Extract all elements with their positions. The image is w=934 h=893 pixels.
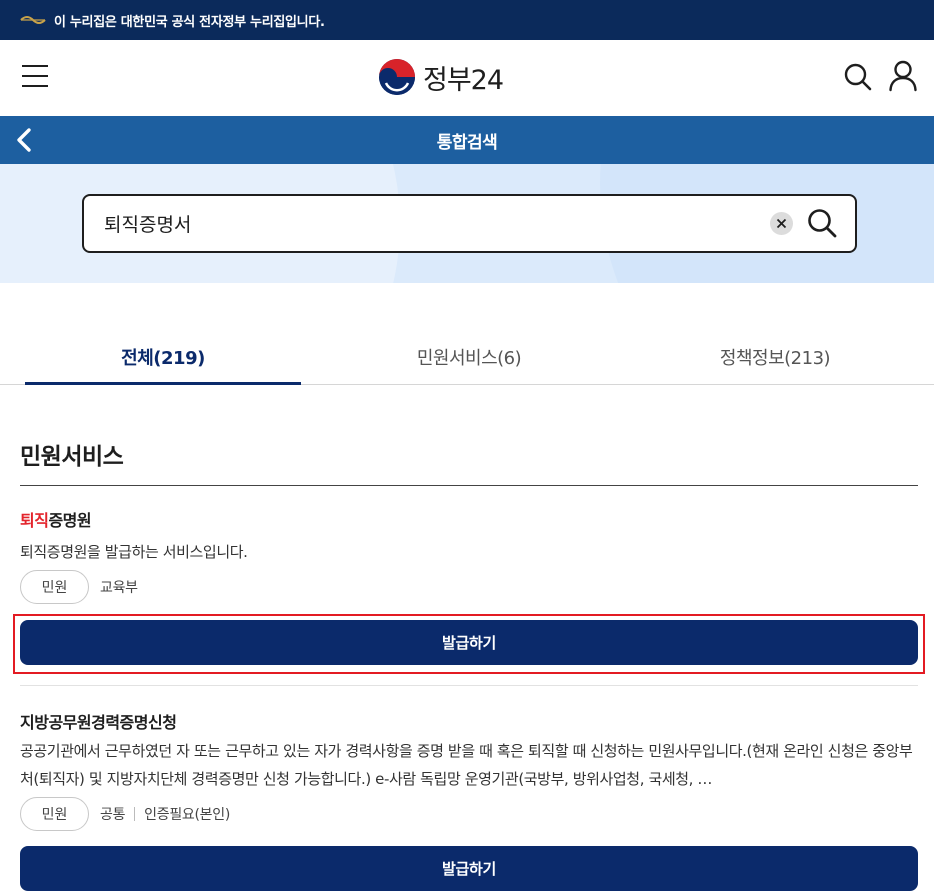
issue-button[interactable]: 발급하기 (20, 846, 918, 891)
result-title-rest: 지방공무원경력증명신청 (20, 713, 177, 732)
result-title-highlight: 퇴직 (20, 511, 49, 530)
result-description: 공공기관에서 근무하였던 자 또는 근무하고 있는 자가 경력사항을 증명 받을… (20, 742, 913, 788)
gov-banner-text: 이 누리집은 대한민국 공식 전자정부 누리집입니다. (54, 14, 325, 30)
meta-separator (134, 807, 136, 821)
taegeuk-logo-icon (379, 59, 415, 95)
result-title[interactable]: 지방공무원경력증명신청 (20, 709, 177, 733)
header-search-icon[interactable] (843, 62, 873, 92)
result-title-rest: 증명원 (48, 511, 92, 530)
auth-required-label: 인증필요(본인) (144, 807, 230, 823)
logo-text: 정부24 (423, 64, 504, 96)
taegeuk-flag-icon (20, 15, 46, 25)
clear-icon[interactable] (770, 212, 793, 235)
tab-policy-info[interactable]: 정책정보(213) (637, 330, 913, 384)
page-title: 통합검색 (436, 132, 498, 153)
hamburger-menu-icon[interactable] (22, 65, 48, 89)
tab-civil-service[interactable]: 민원서비스(6) (331, 330, 607, 384)
result-title[interactable]: 퇴직증명원 (20, 507, 92, 531)
result-tabs: 전체(219) 민원서비스(6) 정책정보(213) (0, 330, 934, 385)
section-divider (20, 485, 918, 486)
search-box (82, 194, 857, 253)
back-arrow-icon[interactable] (12, 126, 38, 154)
section-title: 민원서비스 (20, 444, 124, 470)
site-header: 정부24 (0, 40, 934, 116)
search-input[interactable] (104, 196, 744, 251)
tab-all[interactable]: 전체(219) (25, 330, 301, 385)
annotation-highlight-box (13, 614, 925, 674)
item-divider (20, 685, 918, 686)
agency-label: 교육부 (100, 580, 138, 596)
search-area (0, 164, 934, 283)
user-icon[interactable] (888, 60, 918, 92)
category-badge: 민원 (20, 570, 89, 604)
search-submit-icon[interactable] (806, 207, 838, 239)
title-bar: 통합검색 (0, 116, 934, 164)
result-tags: 민원 공통 인증필요(본인) (20, 797, 230, 831)
agency-label: 공통 (100, 807, 126, 823)
logo[interactable]: 정부24 (378, 57, 504, 97)
category-badge: 민원 (20, 797, 89, 831)
gov-banner: 이 누리집은 대한민국 공식 전자정부 누리집입니다. (0, 0, 934, 40)
result-tags: 민원 교육부 (20, 570, 138, 604)
result-description: 퇴직증명원을 발급하는 서비스입니다. (20, 543, 248, 561)
